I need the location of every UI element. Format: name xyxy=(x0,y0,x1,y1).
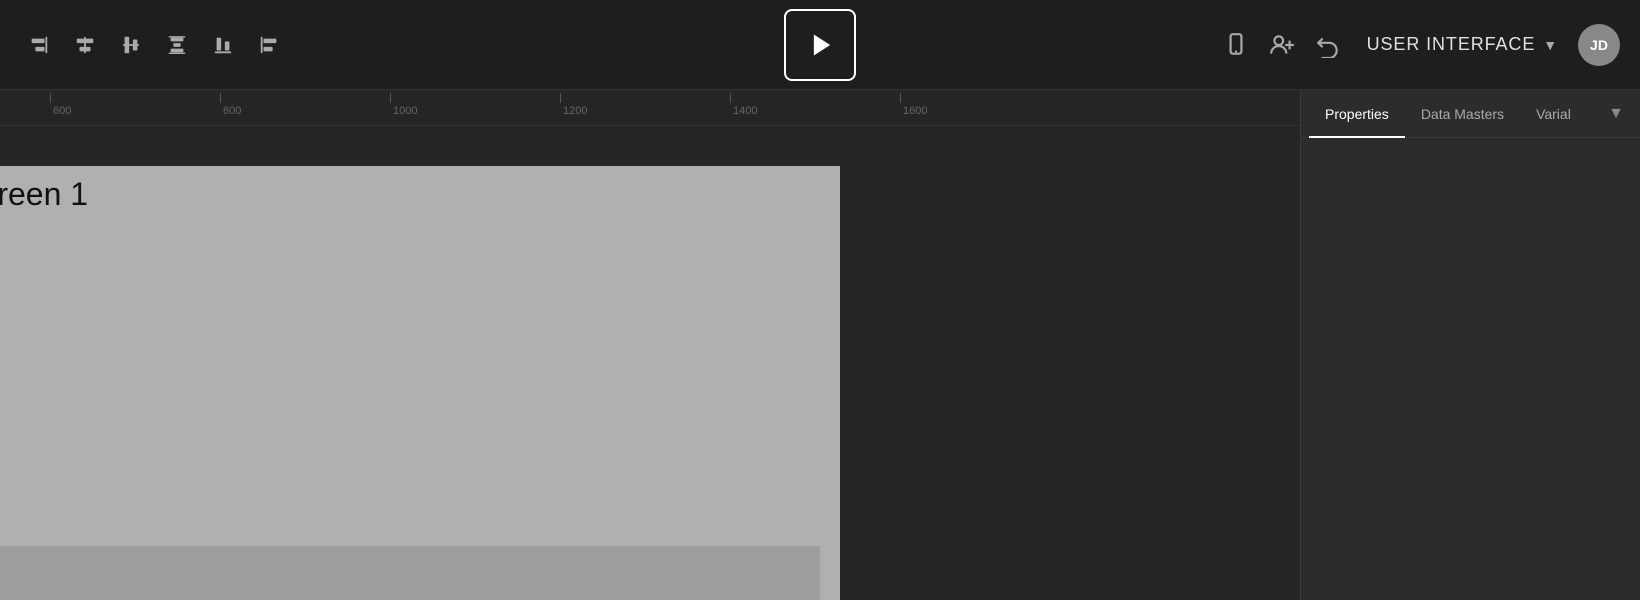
tab-variables[interactable]: Varial xyxy=(1520,90,1587,138)
tab-data-masters[interactable]: Data Masters xyxy=(1405,90,1520,138)
project-dropdown-chevron: ▼ xyxy=(1543,37,1558,53)
panel-content xyxy=(1301,138,1640,600)
ruler-mark-800: 800 xyxy=(220,93,241,117)
main-area: 600 800 1000 1200 1400 xyxy=(0,90,1640,600)
align-left-edges-icon[interactable] xyxy=(250,26,288,64)
align-bottom-icon[interactable] xyxy=(204,26,242,64)
panel-tabs: Properties Data Masters Varial ▼ xyxy=(1301,90,1640,138)
toolbar-right-icons xyxy=(1217,26,1347,64)
project-name[interactable]: USER INTERFACE ▼ xyxy=(1367,34,1558,55)
toolbar: USER INTERFACE ▼ JD xyxy=(0,0,1640,90)
align-right-edges-icon[interactable] xyxy=(20,26,58,64)
screen-frame[interactable]: Screen 1 xyxy=(0,166,840,600)
avatar-initials: JD xyxy=(1590,37,1608,53)
ruler-marks: 600 800 1000 1200 1400 xyxy=(0,90,1300,121)
panel-tabs-overflow[interactable]: ▼ xyxy=(1600,105,1632,123)
add-user-icon[interactable] xyxy=(1263,26,1301,64)
screen-label: Screen 1 xyxy=(0,156,118,233)
toolbar-left xyxy=(20,26,1217,64)
avatar[interactable]: JD xyxy=(1578,24,1620,66)
canvas-viewport[interactable]: Screen 1 xyxy=(0,126,1300,600)
project-name-text: USER INTERFACE xyxy=(1367,34,1536,55)
distribute-vertically-icon[interactable] xyxy=(158,26,196,64)
align-horizontal-center-icon[interactable] xyxy=(66,26,104,64)
ruler-mark-1400: 1400 xyxy=(730,93,757,117)
play-button[interactable] xyxy=(784,9,856,81)
ruler-mark-1000: 1000 xyxy=(390,93,417,117)
screen-sub-area xyxy=(0,546,820,600)
undo-icon[interactable] xyxy=(1309,26,1347,64)
tab-properties[interactable]: Properties xyxy=(1309,90,1405,138)
align-vertical-center-icon[interactable] xyxy=(112,26,150,64)
ruler-mark-1200: 1200 xyxy=(560,93,587,117)
right-panel: Properties Data Masters Varial ▼ xyxy=(1300,90,1640,600)
device-preview-icon[interactable] xyxy=(1217,26,1255,64)
ruler-mark-1600: 1600 xyxy=(900,93,927,117)
canvas-area: 600 800 1000 1200 1400 xyxy=(0,90,1300,600)
ruler: 600 800 1000 1200 1400 xyxy=(0,90,1300,126)
ruler-mark-600: 600 xyxy=(50,93,71,117)
